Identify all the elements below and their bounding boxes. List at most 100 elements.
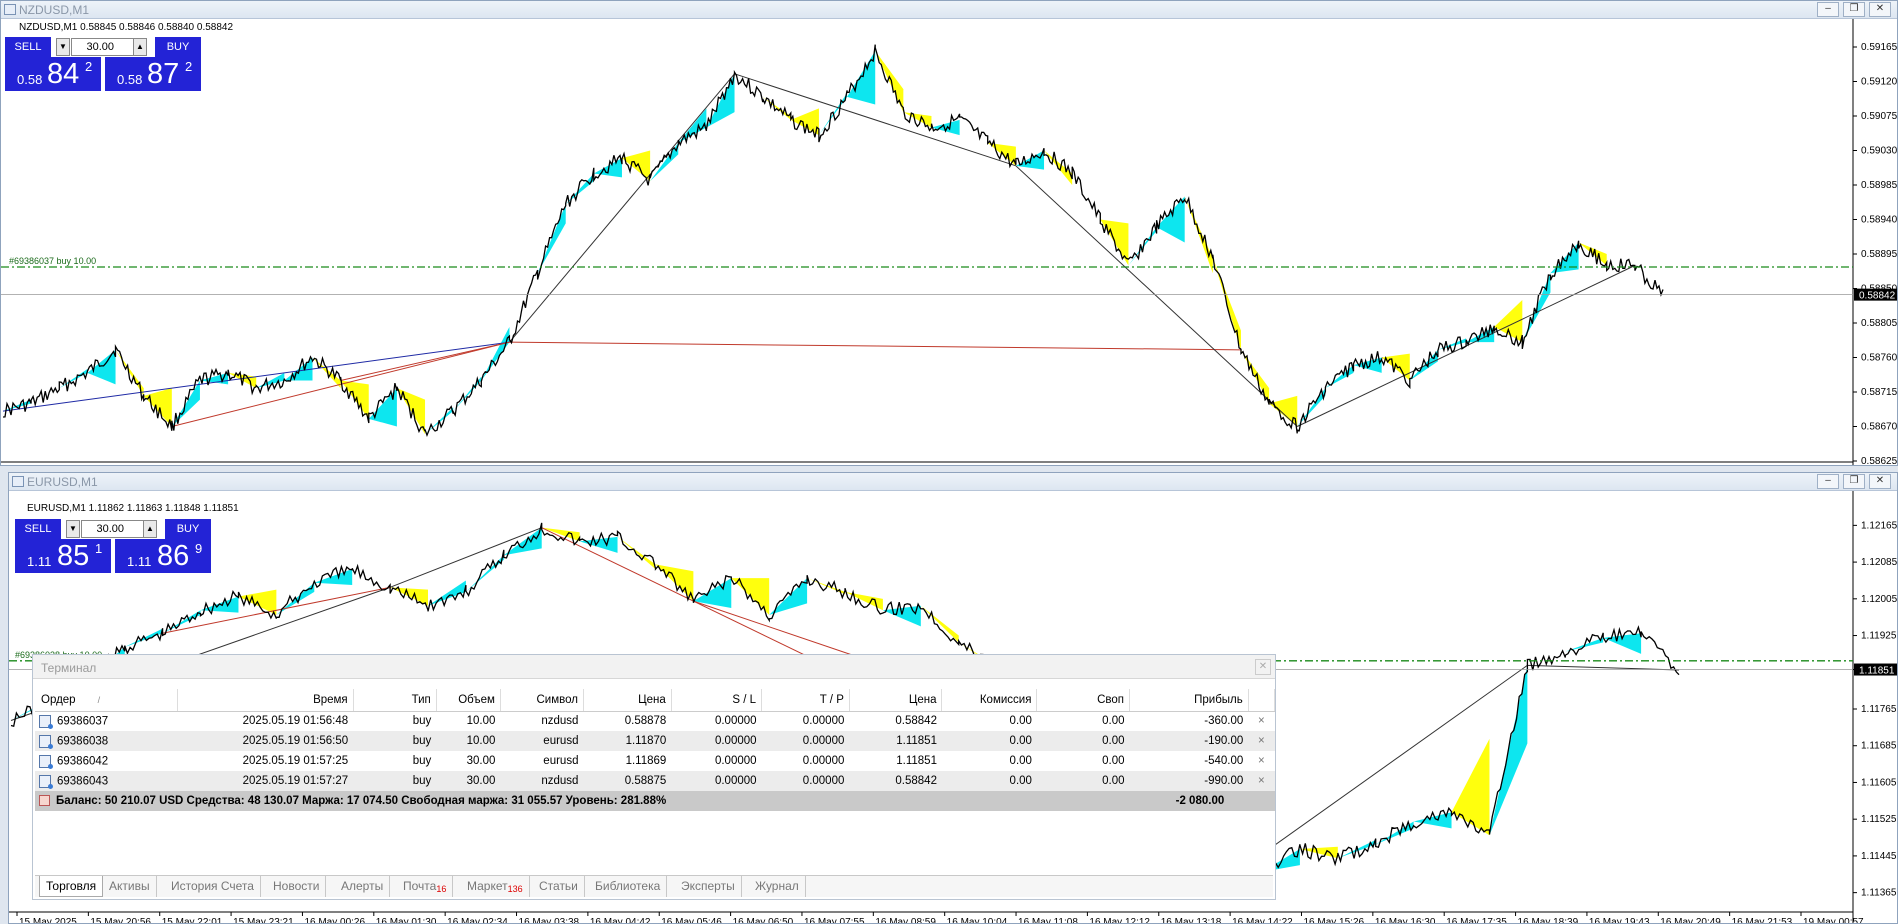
y-tick-label: 0.59030 — [1861, 146, 1898, 157]
account-summary-row: Баланс: 50 210.07 USD Средства: 48 130.0… — [35, 791, 1275, 811]
close-order-icon[interactable]: × — [1248, 771, 1275, 791]
tab-label: Активы — [109, 879, 150, 893]
minimize-button[interactable]: – — [1817, 474, 1839, 489]
close-order-icon[interactable]: × — [1248, 751, 1274, 771]
column-header[interactable]: Символ — [500, 689, 584, 712]
x-tick-label: 16 May 16:30 — [1375, 917, 1436, 924]
table-cell: 0.00000 — [714, 715, 757, 728]
tab-8[interactable]: Статьи — [533, 876, 585, 897]
table-cell: 0.00000 — [802, 755, 845, 767]
one-click-trading-panel[interactable]: SELL ▼ 30.00 ▲ BUY 1.11 85 1 1.11 86 9 — [15, 519, 211, 575]
bearish-fill-triangle — [875, 50, 904, 113]
bearish-fill-triangle — [920, 605, 959, 643]
table-cell: 0.00 — [1102, 715, 1125, 728]
tab-7[interactable]: Маркет136 — [461, 876, 530, 897]
window-titlebar[interactable]: NZDUSD,M1 – ❐ ✕ — [1, 1, 1897, 19]
symbol-header: EURUSD,M1 1.11862 1.11863 1.11848 1.1185… — [27, 503, 239, 514]
table-row[interactable]: 69386038 2025.05.19 01:56:50 buy 10.00 eurus… — [35, 731, 1275, 751]
column-header[interactable]: Ордер / — [35, 689, 178, 712]
volume-increase-button[interactable]: ▲ — [143, 520, 157, 538]
table-cell: 30.00 — [466, 755, 496, 767]
bid-price-button[interactable]: 0.58 84 2 — [5, 57, 101, 91]
close-button[interactable]: ✕ — [1869, 2, 1891, 17]
volume-decrease-button[interactable]: ▼ — [66, 520, 80, 538]
one-click-trading-panel[interactable]: SELL ▼ 30.00 ▲ BUY 0.58 84 2 0.58 87 2 — [5, 37, 201, 93]
order-icon — [39, 714, 53, 729]
column-header[interactable]: T / P — [761, 689, 850, 712]
tab-3[interactable]: История Счета — [165, 876, 261, 897]
close-order-icon[interactable]: × — [1248, 711, 1274, 731]
table-row[interactable]: 69386037 2025.05.19 01:56:48 buy 10.00 nzdus… — [35, 711, 1275, 731]
column-header[interactable]: S / L — [671, 689, 763, 712]
close-button[interactable]: ✕ — [1869, 474, 1891, 489]
y-tick-label: 1.12085 — [1861, 557, 1898, 568]
tab-2[interactable]: Активы — [103, 876, 157, 897]
column-header[interactable]: Комиссия — [941, 689, 1038, 712]
ask-price-prefix: 0.58 — [117, 72, 143, 87]
table-cell: buy — [412, 715, 432, 728]
terminal-panel[interactable]: Терминал ✕ Ордер / Время Тип Объем Символ Цена… — [32, 654, 1276, 900]
sell-button[interactable]: SELL — [5, 37, 51, 57]
x-tick-label: 16 May 04:42 — [590, 917, 651, 924]
buy-button[interactable]: BUY — [165, 519, 211, 539]
volume-input[interactable]: 30.00 — [81, 520, 145, 538]
trend-line — [389, 527, 542, 588]
bearish-fill-triangle — [731, 578, 770, 615]
buy-button[interactable]: BUY — [155, 37, 201, 57]
restore-button[interactable]: ❐ — [1843, 474, 1865, 489]
bearish-fill-triangle — [541, 527, 580, 542]
table-row[interactable]: 69386042 2025.05.19 01:57:25 buy 30.00 eurus… — [35, 751, 1275, 771]
tab-1[interactable]: Торговля — [39, 876, 104, 897]
close-order-icon[interactable]: × — [1248, 731, 1275, 751]
bid-price-pips: 85 — [57, 540, 90, 572]
bearish-fill-triangle — [617, 536, 656, 569]
x-tick-label: 16 May 02:34 — [447, 917, 508, 924]
y-tick-label: 1.11605 — [1861, 777, 1897, 788]
x-tick-label: 16 May 15:26 — [1303, 917, 1364, 924]
chart-window-nzdusd[interactable]: NZDUSD,M1 – ❐ ✕ 0.59165 0.59120 0.59075 0.5… — [0, 0, 1898, 466]
column-header[interactable]: Своп — [1036, 689, 1131, 712]
bullish-fill-triangle — [1353, 357, 1382, 373]
tab-5[interactable]: Алерты — [335, 876, 391, 897]
ask-price-button[interactable]: 1.11 86 9 — [115, 539, 211, 573]
window-titlebar[interactable]: EURUSD,M1 – ❐ ✕ — [9, 473, 1897, 491]
table-row[interactable]: 69386043 2025.05.19 01:57:27 buy 30.00 nzdus… — [35, 771, 1275, 791]
x-tick-label: 19 May 00:57 — [1803, 917, 1864, 924]
terminal-header: Терминал ✕ — [33, 655, 1275, 679]
ask-price-button[interactable]: 0.58 87 2 — [105, 57, 201, 91]
account-summary-text: Баланс: 50 210.07 USD Средства: 48 130.0… — [56, 795, 667, 807]
restore-button[interactable]: ❐ — [1843, 2, 1865, 17]
tab-6[interactable]: Почта16 — [397, 876, 454, 897]
table-cell: 0.58842 — [895, 715, 937, 728]
tab-9[interactable]: Библиотека — [589, 876, 668, 897]
price-chart-nzdusd[interactable]: 0.59165 0.59120 0.59075 0.59030 0.58985 0.589… — [1, 19, 1898, 465]
column-header[interactable]: Цена — [583, 689, 672, 712]
volume-input[interactable]: 30.00 — [71, 38, 135, 56]
volume-increase-button[interactable]: ▲ — [133, 38, 147, 56]
x-tick-label: 15 May 23:21 — [233, 917, 294, 924]
volume-decrease-button[interactable]: ▼ — [56, 38, 70, 56]
bullish-fill-triangle — [509, 273, 538, 343]
ask-price-fraction: 9 — [195, 541, 203, 556]
column-header[interactable]: Время — [177, 689, 354, 712]
column-header[interactable]: Тип — [353, 689, 437, 712]
column-header[interactable]: Цена — [849, 689, 943, 712]
tab-11[interactable]: Журнал — [749, 876, 806, 897]
bullish-fill-triangle — [931, 119, 960, 136]
order-icon — [39, 774, 53, 789]
y-tick-label: 0.58670 — [1861, 422, 1898, 433]
minimize-button[interactable]: – — [1817, 2, 1839, 17]
y-tick-label: 0.58715 — [1861, 387, 1898, 398]
column-header[interactable]: Прибыль — [1129, 689, 1249, 712]
bid-price-button[interactable]: 1.11 85 1 — [15, 539, 111, 573]
column-header[interactable]: Объем — [436, 689, 501, 712]
tab-4[interactable]: Новости — [267, 876, 327, 897]
terminal-close-button[interactable]: ✕ — [1255, 659, 1271, 675]
bearish-fill-triangle — [959, 119, 988, 143]
sell-button[interactable]: SELL — [15, 519, 61, 539]
chart-canvas[interactable]: 0.59165 0.59120 0.59075 0.59030 0.58985 0.589… — [1, 19, 1898, 465]
x-tick-label: 16 May 19:43 — [1589, 917, 1650, 924]
tab-label: Алерты — [341, 879, 384, 893]
tab-10[interactable]: Эксперты — [675, 876, 742, 897]
table-header-row: Ордер / Время Тип Объем Символ Цена S / LT / PЦ… — [35, 689, 1276, 712]
